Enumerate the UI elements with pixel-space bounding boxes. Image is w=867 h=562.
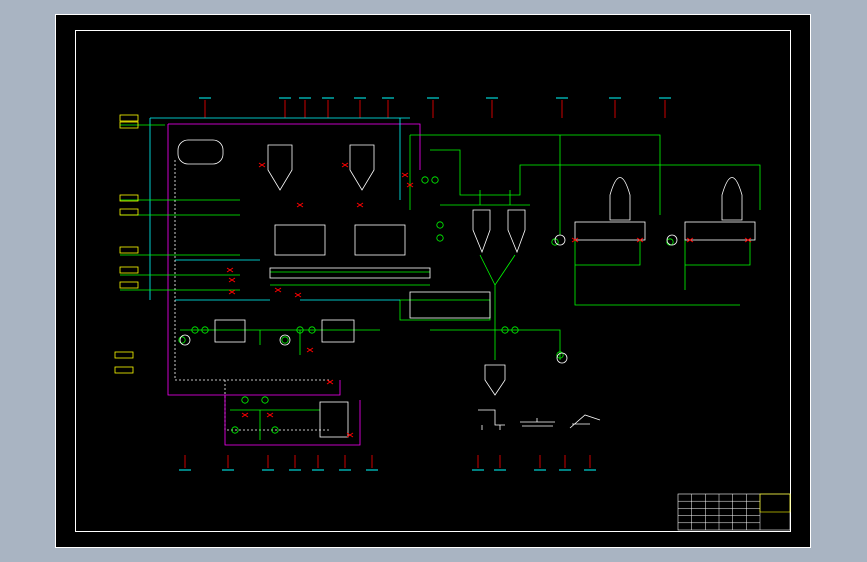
separator-drum: [177, 139, 224, 165]
title-block: [677, 493, 791, 531]
valve-icon: [266, 412, 274, 418]
title-block-name-cell: [759, 493, 791, 513]
instrument-gauge-icon: [261, 396, 269, 404]
left-feed-lines: [120, 124, 240, 291]
process-header-2: [430, 149, 761, 210]
inlet-tag-icon: [114, 351, 134, 359]
valve-icon: [258, 162, 266, 168]
dryer-unit-1: [274, 224, 326, 256]
equipment: [177, 139, 756, 438]
process-header-3: [440, 190, 530, 206]
valve-icon: [296, 202, 304, 208]
valve-icon: [228, 289, 236, 295]
heat-exchanger-2: [321, 319, 355, 343]
evaporator-loop-1: [574, 240, 740, 306]
valve-icon: [241, 412, 249, 418]
cyclone-1: [472, 209, 491, 254]
instrument-gauge-icon: [436, 234, 444, 242]
bottom-loop: [224, 395, 361, 446]
conveyor-belt-icon: [520, 418, 555, 427]
crystallizer-1: [267, 144, 293, 191]
evaporator-base-1: [574, 221, 646, 241]
cad-viewer: [0, 0, 867, 562]
valve-icon: [326, 379, 334, 385]
product-hopper: [484, 364, 506, 396]
inlet-tag-icon: [119, 208, 139, 216]
heat-exchanger-1: [214, 319, 246, 343]
valve-icon: [226, 267, 234, 273]
cooling-lines: [175, 259, 400, 301]
valve-icon: [294, 292, 302, 298]
valve-icon: [401, 172, 409, 178]
inlet-tag-icon: [119, 266, 139, 274]
valve-icon: [306, 347, 314, 353]
steam-header: [167, 123, 421, 396]
instrument-gauge-icon: [436, 221, 444, 229]
inlet-tag-icon: [119, 246, 139, 254]
evaporator-tower-2: [721, 177, 743, 221]
valve-icon: [341, 162, 349, 168]
cyclone-2: [507, 209, 526, 254]
valve-icon: [356, 202, 364, 208]
filter-line: [399, 299, 561, 360]
inlet-tag-icon: [114, 366, 134, 374]
instrument-gauge-icon: [421, 176, 429, 184]
crystallizer-2: [349, 144, 375, 191]
evaporator-tower-1: [609, 177, 631, 221]
instrument-gauge-icon: [241, 396, 249, 404]
inlet-tag-icon: [119, 114, 139, 122]
inlet-tag-icon: [119, 281, 139, 289]
instrument-gauge-icon: [431, 176, 439, 184]
valve-icon: [274, 287, 282, 293]
process-flow-diagram: [114, 97, 791, 531]
storage-tank: [319, 401, 349, 438]
forklift-icon: [478, 409, 505, 430]
dashed-aux-line: [174, 160, 330, 431]
dryer-unit-2: [354, 224, 406, 256]
evaporator-loop-2: [684, 240, 751, 290]
evaporator-base-2: [684, 221, 756, 241]
valve-icon: [228, 277, 236, 283]
hand-truck-icon: [569, 414, 601, 429]
instrument-gauge-icon: [281, 336, 289, 344]
process-piping: [120, 117, 761, 446]
bottom-line-tags: [179, 455, 596, 471]
valves-and-instruments: [114, 114, 752, 438]
cyclone-feed: [479, 254, 516, 360]
filter-press: [409, 291, 491, 319]
conveyor-line: [270, 271, 430, 286]
title-block-grid: [678, 494, 761, 530]
lower-process-line: [180, 329, 380, 355]
top-line-tags: [199, 97, 671, 118]
handling-equipment: [478, 409, 601, 430]
pump-icon: [554, 234, 566, 246]
screw-conveyor: [269, 267, 431, 279]
